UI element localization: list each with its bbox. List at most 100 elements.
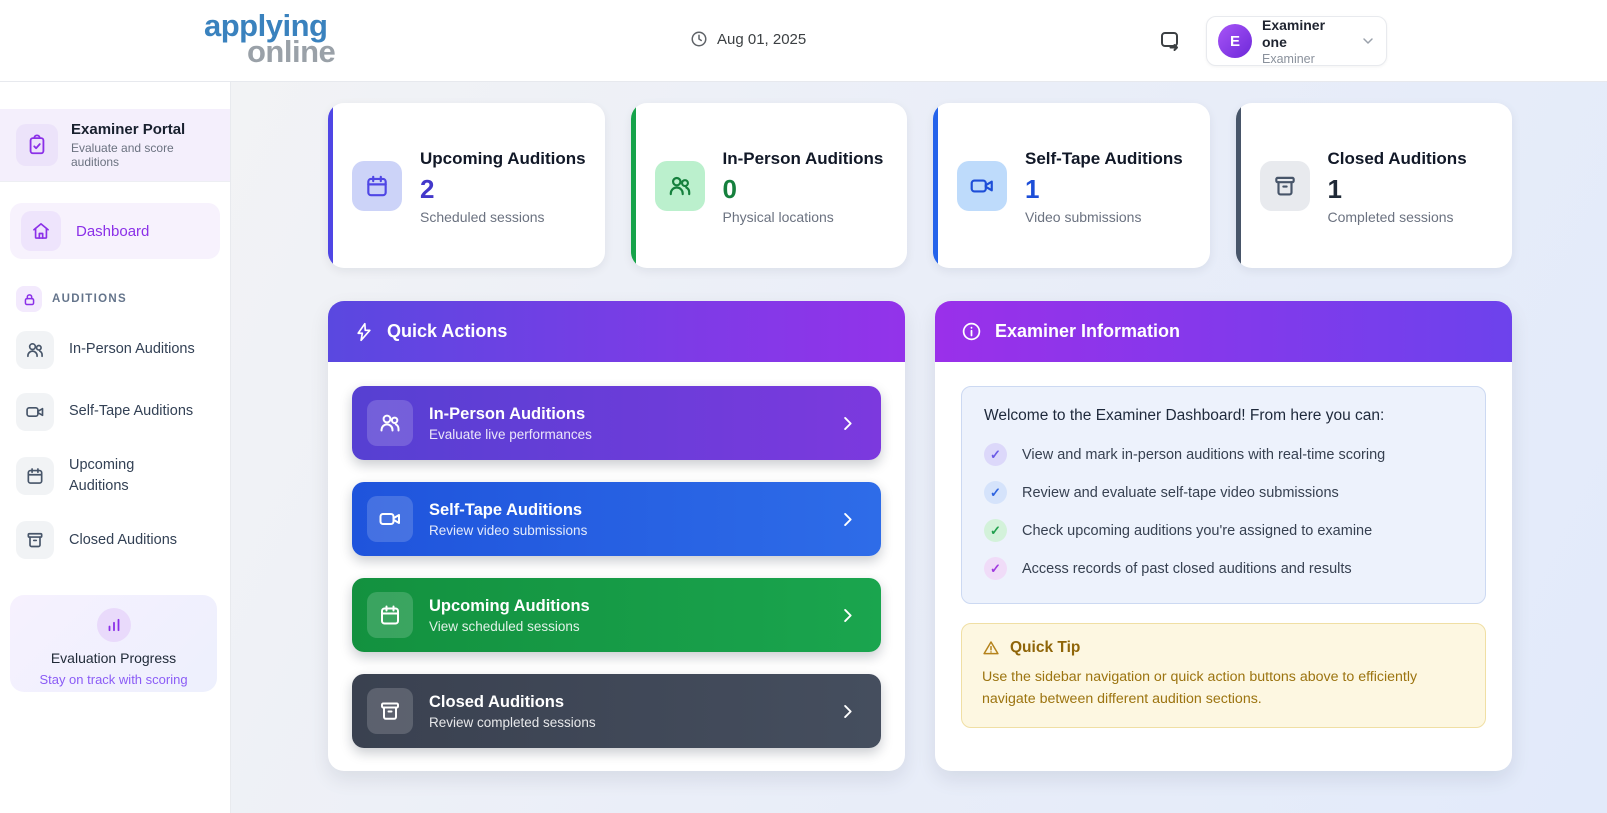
welcome-title: Welcome to the Examiner Dashboard! From … [984, 407, 1385, 424]
chevron-right-icon [838, 702, 857, 721]
user-role: Examiner [1262, 51, 1315, 66]
action-title: Upcoming Auditions [429, 596, 590, 615]
current-date: Aug 01, 2025 [690, 30, 806, 48]
date-label: Aug 01, 2025 [717, 30, 807, 48]
check-icon: ✓ [984, 443, 1007, 466]
tip-text: Use the sidebar navigation or quick acti… [982, 669, 1418, 707]
stat-subtitle: Physical locations [722, 209, 834, 226]
examiner-information-header: Examiner Information [935, 301, 1512, 362]
top-header: applying online Aug 01, 2025 E Examiner … [0, 0, 1607, 82]
welcome-box: Welcome to the Examiner Dashboard! From … [961, 386, 1486, 604]
stat-title: Self-Tape Auditions [1025, 148, 1183, 168]
sidebar-item-closed-auditions[interactable]: Closed Auditions [10, 516, 220, 564]
check-icon: ✓ [984, 481, 1007, 504]
main-content: Upcoming Auditions 2 Scheduled sessions … [231, 82, 1607, 813]
sidebar: Examiner Portal Evaluate and score audit… [0, 82, 231, 813]
sidebar-section-auditions: AUDITIONS [16, 286, 214, 312]
list-item: ✓ View and mark in-person auditions with… [984, 443, 1463, 466]
chevron-right-icon [838, 510, 857, 529]
calendar-icon [367, 592, 413, 638]
action-upcoming-auditions[interactable]: Upcoming Auditions View scheduled sessio… [352, 578, 881, 652]
user-name: Examiner one [1262, 16, 1326, 50]
sidebar-item-label: Closed Auditions [69, 531, 178, 548]
quick-tip-box: Quick Tip Use the sidebar navigation or … [961, 623, 1486, 728]
action-subtitle: Review completed sessions [429, 714, 596, 730]
list-item: ✓ Review and evaluate self-tape video su… [984, 481, 1463, 504]
stat-value: 2 [420, 174, 435, 205]
tip-title: Quick Tip [1010, 639, 1081, 656]
stat-card-in-person-auditions[interactable]: In-Person Auditions 0 Physical locations [630, 103, 907, 268]
quick-actions-header: Quick Actions [328, 301, 905, 362]
action-title: In-Person Auditions [429, 404, 586, 423]
action-in-person-auditions[interactable]: In-Person Auditions Evaluate live perfor… [352, 386, 881, 460]
sidebar-item-self-tape-auditions[interactable]: Self-Tape Auditions [10, 388, 220, 436]
section-label: AUDITIONS [52, 293, 127, 305]
clipboard-check-icon [16, 124, 58, 166]
evaluation-progress-card[interactable]: Evaluation Progress Stay on track with s… [10, 595, 217, 692]
video-camera-icon [957, 160, 1007, 211]
action-subtitle: Evaluate live performances [429, 426, 592, 442]
stat-title: In-Person Auditions [722, 148, 884, 168]
video-camera-icon [367, 496, 413, 542]
panel-title: Examiner Information [995, 321, 1181, 341]
progress-subtitle: Stay on track with scoring [39, 672, 188, 687]
archive-icon [367, 688, 413, 734]
message-icon[interactable] [1158, 29, 1184, 55]
calendar-icon [16, 457, 54, 496]
check-icon: ✓ [984, 519, 1007, 542]
action-closed-auditions[interactable]: Closed Auditions Review completed sessio… [352, 674, 881, 748]
lightning-bolt-icon [354, 322, 374, 342]
sidebar-item-upcoming-auditions[interactable]: Upcoming Auditions [10, 450, 220, 502]
sidebar-portal-header: Examiner Portal Evaluate and score audit… [0, 109, 230, 182]
chevron-right-icon [838, 414, 857, 433]
examiner-information-panel: Examiner Information Welcome to the Exam… [935, 301, 1512, 771]
archive-icon [1259, 160, 1310, 211]
stat-subtitle: Scheduled sessions [420, 209, 545, 226]
video-camera-icon [16, 393, 54, 431]
sidebar-item-label: In-Person Auditions [69, 341, 195, 358]
stat-subtitle: Completed sessions [1327, 209, 1454, 226]
stat-card-self-tape-auditions[interactable]: Self-Tape Auditions 1 Video submissions [933, 103, 1210, 268]
lock-icon [16, 286, 42, 312]
warning-triangle-icon [982, 639, 1000, 657]
action-self-tape-auditions[interactable]: Self-Tape Auditions Review video submiss… [352, 482, 881, 556]
stats-row: Upcoming Auditions 2 Scheduled sessions … [328, 103, 1512, 268]
users-icon [16, 331, 54, 369]
bar-chart-icon [96, 608, 131, 642]
sidebar-item-dashboard[interactable]: Dashboard [10, 203, 220, 259]
stat-card-closed-auditions[interactable]: Closed Auditions 1 Completed sessions [1235, 103, 1512, 268]
calendar-icon [352, 160, 402, 211]
quick-actions-panel: Quick Actions In-Person Auditions Evalua… [328, 301, 905, 771]
panel-title: Quick Actions [387, 321, 508, 341]
list-item-text: Check upcoming auditions you're assigned… [1022, 522, 1373, 539]
stat-title: Upcoming Auditions [420, 148, 586, 168]
avatar: E [1218, 24, 1252, 58]
stat-value: 1 [1327, 174, 1342, 205]
stat-subtitle: Video submissions [1025, 209, 1142, 226]
action-subtitle: Review video submissions [429, 522, 588, 538]
sidebar-item-label: Self-Tape Auditions [69, 403, 194, 420]
user-menu[interactable]: E Examiner one Examiner [1206, 16, 1387, 66]
action-subtitle: View scheduled sessions [429, 618, 580, 634]
progress-title: Evaluation Progress [50, 650, 177, 666]
sidebar-item-label: Dashboard [76, 222, 150, 240]
sidebar-item-in-person-auditions[interactable]: In-Person Auditions [10, 326, 220, 374]
app-logo: applying online [204, 10, 336, 69]
stat-value: 0 [722, 174, 737, 205]
list-item-text: View and mark in-person auditions with r… [1022, 446, 1386, 463]
clock-icon [690, 30, 708, 48]
archive-icon [16, 521, 54, 560]
home-icon [21, 211, 61, 251]
action-title: Self-Tape Auditions [429, 500, 583, 519]
list-item: ✓ Check upcoming auditions you're assign… [984, 519, 1463, 542]
action-title: Closed Auditions [429, 692, 565, 711]
chevron-down-icon [1360, 33, 1376, 49]
chevron-right-icon [838, 606, 857, 625]
stat-title: Closed Auditions [1327, 148, 1467, 168]
logo-line2: online [247, 34, 336, 69]
users-icon [367, 400, 413, 446]
check-icon: ✓ [984, 557, 1007, 580]
list-item-text: Review and evaluate self-tape video subm… [1022, 484, 1339, 501]
list-item: ✓ Access records of past closed audition… [984, 557, 1463, 580]
stat-card-upcoming-auditions[interactable]: Upcoming Auditions 2 Scheduled sessions [328, 103, 605, 268]
